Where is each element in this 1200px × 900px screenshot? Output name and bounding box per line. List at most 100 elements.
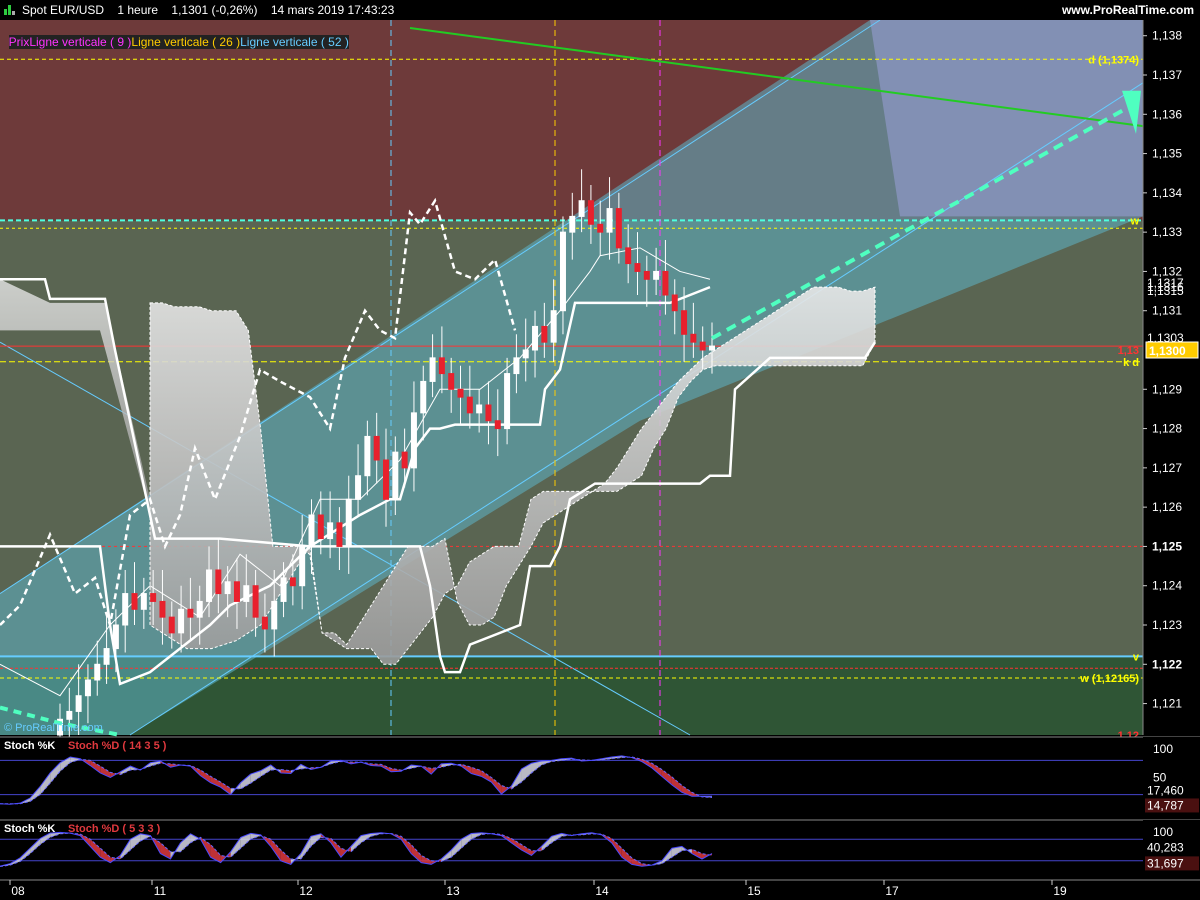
candle-body <box>625 247 632 265</box>
stoch1-value-d: 14,787 <box>1147 798 1184 812</box>
candle-body <box>662 270 669 296</box>
watermark: © ProRealTime.com <box>4 722 103 734</box>
price-label: 1,1315 <box>1147 284 1184 298</box>
legend-item-52[interactable]: Ligne verticale ( 52 ) <box>240 35 349 49</box>
stoch1-axis-100: 100 <box>1153 742 1173 756</box>
stoch2-axis-100: 100 <box>1153 825 1173 839</box>
legend-item-26[interactable]: Ligne verticale ( 26 ) <box>131 35 241 49</box>
stoch1-bg <box>0 737 1143 818</box>
quote-datetime: 14 mars 2019 17:43:23 <box>270 3 395 17</box>
candle-body <box>206 569 213 602</box>
candle-body <box>615 208 622 249</box>
candle-body <box>289 577 296 587</box>
level-label: 1,13 <box>1118 345 1139 357</box>
candle-body <box>597 223 604 233</box>
candle-body <box>75 695 82 712</box>
last-quote: 1,1301 (-0,26%) <box>171 3 258 17</box>
level-label: v <box>1133 651 1140 663</box>
price-tick-label: 1,137 <box>1152 68 1182 82</box>
candle-body <box>299 545 306 587</box>
price-tick-label: 1,121 <box>1152 697 1182 711</box>
stoch2-bg <box>0 820 1143 880</box>
level-label: k d <box>1123 357 1139 369</box>
candle-body <box>681 310 688 335</box>
stoch1-label-d: Stoch %D ( 14 3 5 ) <box>68 740 167 752</box>
chart-logo-icon <box>4 5 16 15</box>
time-tick-label: 19 <box>1053 884 1067 898</box>
candle-body <box>550 310 557 343</box>
time-tick-label: 13 <box>446 884 460 898</box>
candle-body <box>578 200 585 217</box>
time-tick-label: 08 <box>11 884 25 898</box>
candle-body <box>112 624 119 650</box>
candle-body <box>243 585 250 602</box>
site-link[interactable]: www.ProRealTime.com <box>1062 0 1194 20</box>
candle-body <box>438 357 445 375</box>
candle-body <box>364 435 371 477</box>
candle-body <box>485 404 492 422</box>
candle-body <box>504 373 511 430</box>
stoch2-label-d: Stoch %D ( 5 3 3 ) <box>68 823 161 835</box>
legend-price[interactable]: Prix <box>8 35 30 49</box>
candle-body <box>541 325 548 343</box>
stoch2-label-k: Stoch %K <box>4 823 55 835</box>
candle-body <box>317 514 324 540</box>
candle-body <box>150 593 157 602</box>
candle-body <box>690 333 697 343</box>
candle-body <box>187 608 194 618</box>
candle-body <box>448 373 455 390</box>
candle-body <box>559 231 566 312</box>
candle-body <box>140 593 147 610</box>
time-tick-label: 14 <box>595 884 609 898</box>
candle-body <box>345 498 352 547</box>
price-tick-label: 1,134 <box>1152 186 1182 200</box>
candle-body <box>383 459 389 500</box>
price-chart[interactable]: 1,1381,1371,1361,1351,1341,1331,1321,131… <box>0 0 1200 900</box>
candle-body <box>159 600 166 618</box>
candle-body <box>476 404 483 414</box>
stoch1-value-k: 17,460 <box>1147 783 1184 797</box>
candle-body <box>355 475 362 500</box>
candle-body <box>671 294 678 312</box>
candle-body <box>336 522 343 547</box>
time-tick-label: 12 <box>299 884 313 898</box>
timeframe: 1 heure <box>117 3 159 17</box>
candle-body <box>168 616 175 634</box>
time-tick-label: 11 <box>154 884 167 898</box>
price-tick-label: 1,123 <box>1152 618 1182 632</box>
stoch2-value-k: 40,283 <box>1147 841 1184 855</box>
candle-body <box>429 357 436 382</box>
candle-body <box>261 616 268 630</box>
candle-body <box>178 608 185 634</box>
candle-body <box>709 345 715 351</box>
candle-body <box>643 270 650 280</box>
price-tick-label: 1,136 <box>1152 107 1182 121</box>
price-tick-label: 1,138 <box>1152 29 1182 43</box>
time-tick-label: 15 <box>747 884 761 898</box>
current-price-label: 1,1300 <box>1149 344 1186 358</box>
candle-body <box>215 569 222 595</box>
price-tick-label: 1,133 <box>1152 225 1182 239</box>
chart-header: Spot EUR/USD 1 heure 1,1301 (-0,26%) 14 … <box>0 0 1200 20</box>
time-tick-label: 17 <box>885 884 899 898</box>
price-tick-label: 1,127 <box>1152 461 1182 475</box>
candle-body <box>392 451 399 500</box>
candle-body <box>532 325 539 351</box>
candle-body <box>122 593 129 626</box>
indicator-legend: PrixLigne verticale ( 9 )Ligne verticale… <box>2 20 349 49</box>
candle-body <box>457 388 464 398</box>
candle-body <box>401 451 408 469</box>
candle-body <box>308 514 315 547</box>
level-label: d (1,1374) <box>1088 54 1139 66</box>
candle-body <box>94 663 101 681</box>
candle-body <box>466 396 473 414</box>
candle-body <box>699 341 706 351</box>
price-tick-label: 1,125 <box>1152 539 1182 553</box>
candle-body <box>587 200 594 225</box>
stoch2-value-d: 31,697 <box>1147 856 1184 870</box>
candle-body <box>606 208 613 233</box>
level-label: w <box>1129 215 1139 227</box>
legend-item-9[interactable]: Ligne verticale ( 9 ) <box>29 35 132 49</box>
candle-body <box>653 270 660 280</box>
candle-body <box>280 577 287 602</box>
